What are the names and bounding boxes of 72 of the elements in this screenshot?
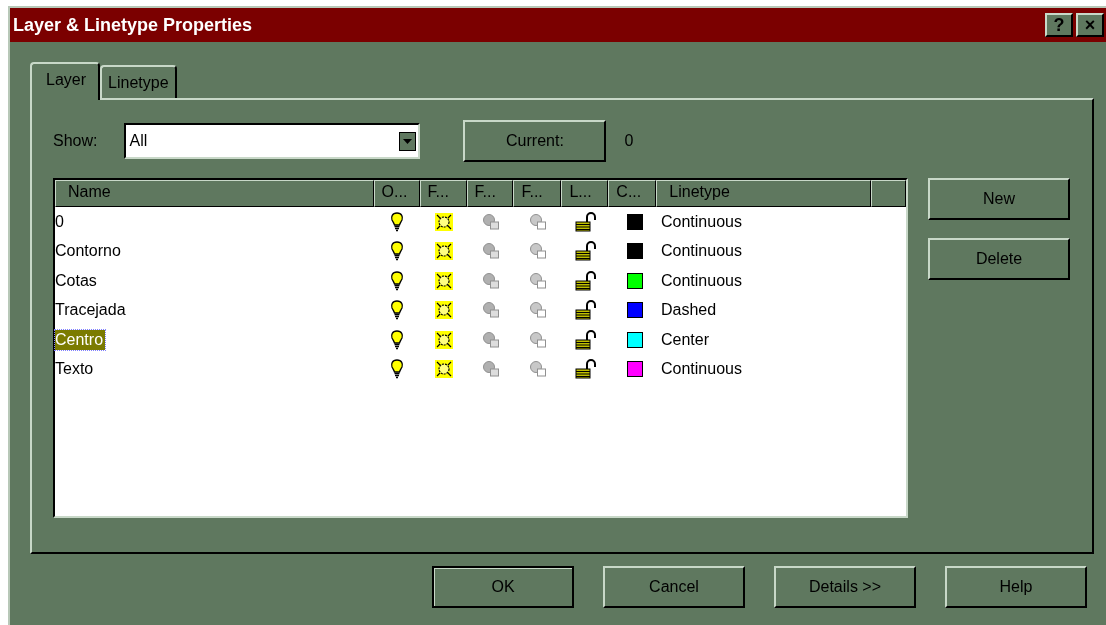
sun-icon[interactable] [434, 330, 453, 349]
color-swatch[interactable] [627, 243, 643, 260]
current-button[interactable]: Current: [463, 120, 607, 162]
color-swatch[interactable] [627, 302, 643, 319]
layer-name[interactable]: Cotas [55, 270, 99, 291]
padlock-open-icon[interactable] [574, 359, 597, 380]
padlock-open-icon[interactable] [574, 211, 597, 232]
sun-icon[interactable] [434, 242, 453, 261]
new-viewport-freeze-icon[interactable] [529, 212, 547, 231]
linetype-name[interactable]: Continuous [661, 271, 742, 289]
tab[interactable]: Linetype [100, 65, 177, 98]
new-button[interactable]: New [928, 178, 1070, 220]
sun-icon[interactable] [434, 271, 453, 290]
lightbulb-on-icon[interactable] [390, 241, 404, 262]
linetype-name[interactable]: Dashed [661, 301, 717, 319]
column-header[interactable]: Name [55, 180, 374, 207]
sun-icon[interactable] [434, 212, 453, 231]
lightbulb-on-icon[interactable] [390, 211, 404, 232]
color-swatch[interactable] [627, 331, 643, 348]
padlock-open-icon[interactable] [574, 300, 597, 321]
viewport-freeze-icon[interactable] [481, 360, 500, 379]
details-button[interactable]: Details >> [774, 566, 916, 608]
layer-name[interactable]: Tracejada [55, 300, 128, 321]
viewport-freeze-icon[interactable] [481, 212, 500, 231]
new-viewport-freeze-icon[interactable] [529, 271, 547, 290]
sun-icon[interactable] [434, 301, 453, 320]
viewport-freeze-icon[interactable] [481, 330, 500, 349]
column-header[interactable]: F... [419, 180, 467, 207]
column-header[interactable]: C... [608, 180, 657, 207]
layer-name[interactable]: Contorno [55, 241, 123, 262]
color-swatch[interactable] [627, 272, 643, 289]
cancel-button[interactable]: Cancel [603, 566, 745, 608]
delete-button[interactable]: Delete [928, 238, 1070, 280]
color-swatch[interactable] [627, 213, 643, 230]
close-button[interactable]: × [1076, 13, 1104, 37]
layer-name[interactable]: 0 [55, 211, 66, 232]
column-header[interactable]: F... [466, 180, 514, 207]
ok-button[interactable]: OK [432, 566, 574, 608]
column-header[interactable]: L... [561, 180, 609, 207]
column-header[interactable]: F... [513, 180, 562, 207]
lightbulb-on-icon[interactable] [390, 300, 404, 321]
new-viewport-freeze-icon[interactable] [529, 242, 547, 261]
lightbulb-on-icon[interactable] [390, 270, 404, 291]
show-dropdown[interactable]: All [124, 123, 421, 159]
layer-name[interactable]: Texto [55, 359, 96, 380]
show-label: Show: [53, 132, 98, 150]
sun-icon[interactable] [434, 360, 453, 379]
viewport-freeze-icon[interactable] [481, 301, 500, 320]
linetype-name[interactable]: Continuous [661, 360, 742, 378]
current-layer-value: 0 [624, 132, 634, 150]
new-viewport-freeze-icon[interactable] [529, 301, 547, 320]
padlock-open-icon[interactable] [574, 329, 597, 350]
new-viewport-freeze-icon[interactable] [529, 330, 547, 349]
column-header[interactable] [871, 180, 906, 207]
lightbulb-on-icon[interactable] [390, 329, 404, 350]
linetype-name[interactable]: Continuous [661, 242, 742, 260]
viewport-freeze-icon[interactable] [481, 242, 500, 261]
help-button[interactable]: ? [1045, 13, 1073, 37]
tab[interactable]: Layer [30, 62, 101, 100]
padlock-open-icon[interactable] [574, 270, 597, 291]
padlock-open-icon[interactable] [574, 241, 597, 262]
linetype-name[interactable]: Continuous [661, 212, 742, 230]
help-button[interactable]: Help [945, 566, 1087, 608]
lightbulb-on-icon[interactable] [390, 359, 404, 380]
window-title: Layer & Linetype Properties [13, 14, 253, 36]
layer-name[interactable]: Centro [55, 329, 106, 350]
color-swatch[interactable] [627, 361, 643, 378]
column-header[interactable]: O... [373, 180, 420, 207]
column-header[interactable]: Linetype [656, 180, 872, 207]
linetype-name[interactable]: Center [661, 330, 710, 348]
viewport-freeze-icon[interactable] [481, 271, 500, 290]
new-viewport-freeze-icon[interactable] [529, 360, 547, 379]
